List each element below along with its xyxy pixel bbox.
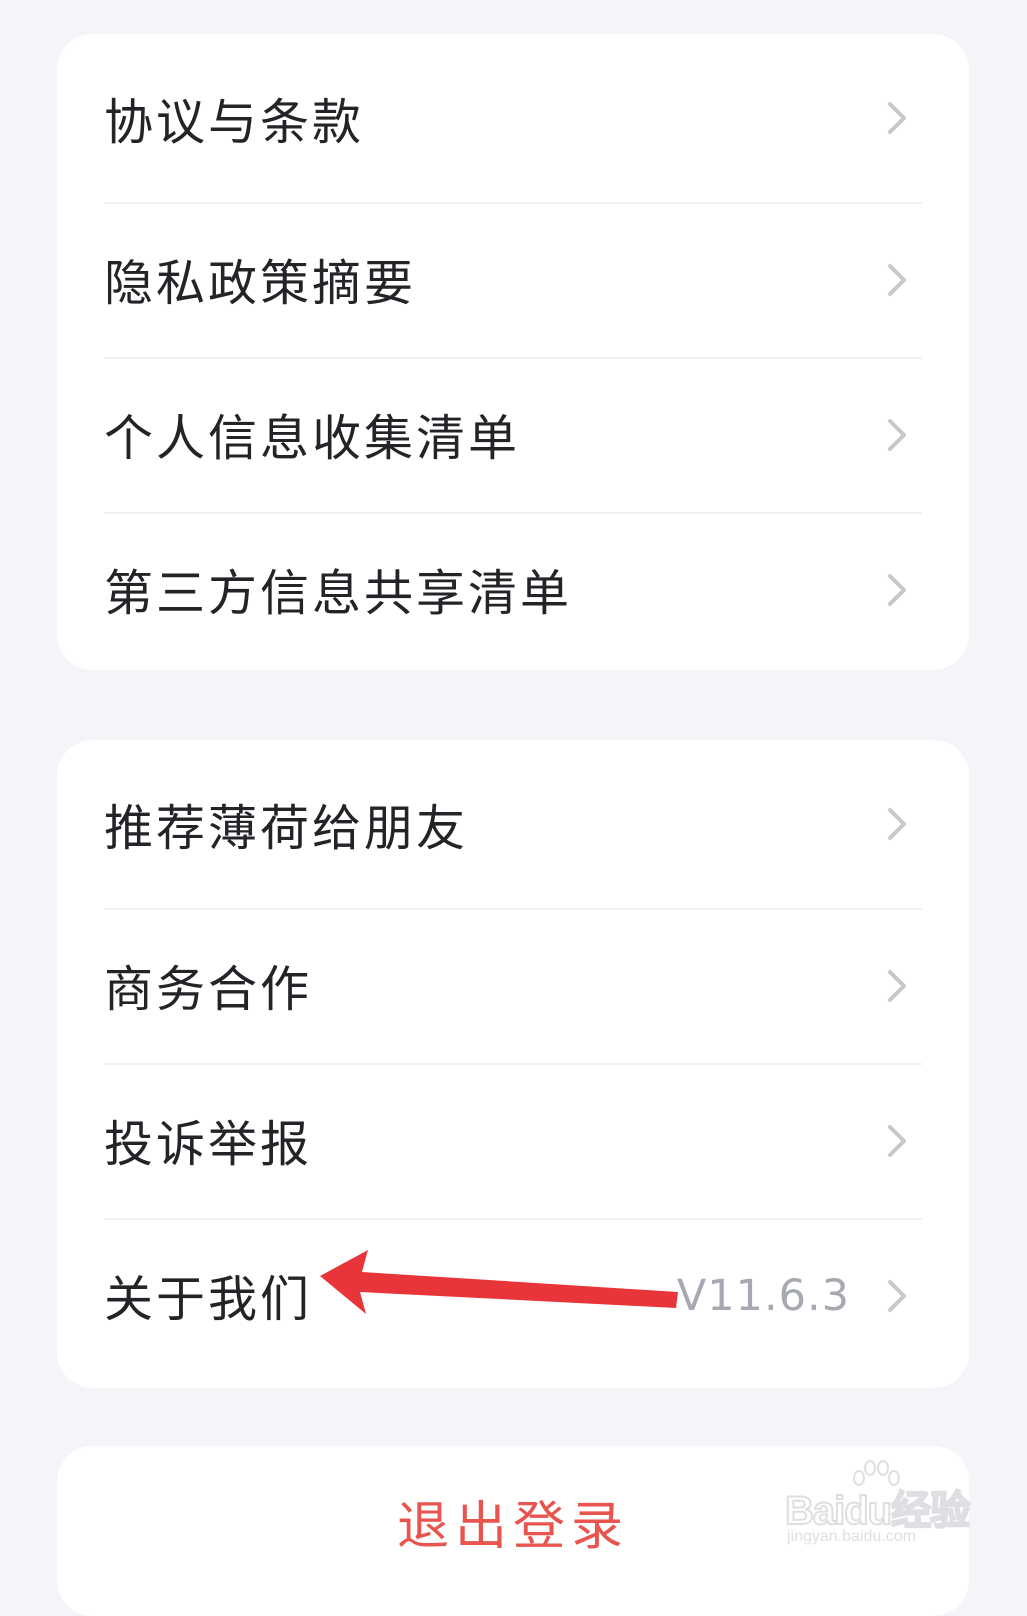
chevron-right-icon	[880, 570, 914, 610]
menu-item-recommend-to-friends[interactable]: 推荐薄荷给朋友	[104, 740, 922, 908]
menu-item-label: 协议与条款	[104, 93, 365, 151]
chevron-right-icon	[880, 260, 914, 300]
chevron-right-icon	[880, 966, 914, 1006]
menu-item-label: 第三方信息共享清单	[104, 565, 573, 622]
menu-item-complaint-report[interactable]: 投诉举报	[104, 1063, 922, 1218]
chevron-right-icon	[880, 1121, 914, 1161]
logout-label: 退出登录	[396, 1496, 629, 1557]
menu-item-label: 关于我们	[104, 1271, 313, 1328]
chevron-right-icon	[880, 804, 914, 844]
menu-item-label: 推荐薄荷给朋友	[104, 799, 469, 857]
menu-item-personal-info-list[interactable]: 个人信息收集清单	[104, 357, 922, 512]
logout-button[interactable]: 退出登录	[57, 1446, 969, 1596]
menu-item-about-us[interactable]: 关于我们 V11.6.3	[104, 1218, 922, 1373]
menu-item-label: 隐私政策摘要	[104, 255, 417, 312]
menu-item-business-cooperation[interactable]: 商务合作	[104, 908, 922, 1063]
more-settings-card: 推荐薄荷给朋友 商务合作 投诉举报 关于我们 V11.6.3	[57, 740, 969, 1388]
app-version-value: V11.6.3	[676, 1270, 850, 1321]
logout-card: 退出登录	[57, 1446, 969, 1616]
chevron-right-icon	[880, 98, 914, 138]
menu-item-label: 投诉举报	[104, 1116, 313, 1173]
menu-item-terms[interactable]: 协议与条款	[104, 34, 922, 202]
chevron-right-icon	[880, 415, 914, 455]
menu-item-privacy-summary[interactable]: 隐私政策摘要	[104, 202, 922, 357]
menu-item-third-party-sharing-list[interactable]: 第三方信息共享清单	[104, 512, 922, 667]
legal-settings-card: 协议与条款 隐私政策摘要 个人信息收集清单 第三方信息共享清单	[57, 34, 969, 670]
menu-item-label: 商务合作	[104, 961, 313, 1018]
chevron-right-icon	[880, 1276, 914, 1316]
menu-item-label: 个人信息收集清单	[104, 410, 521, 467]
